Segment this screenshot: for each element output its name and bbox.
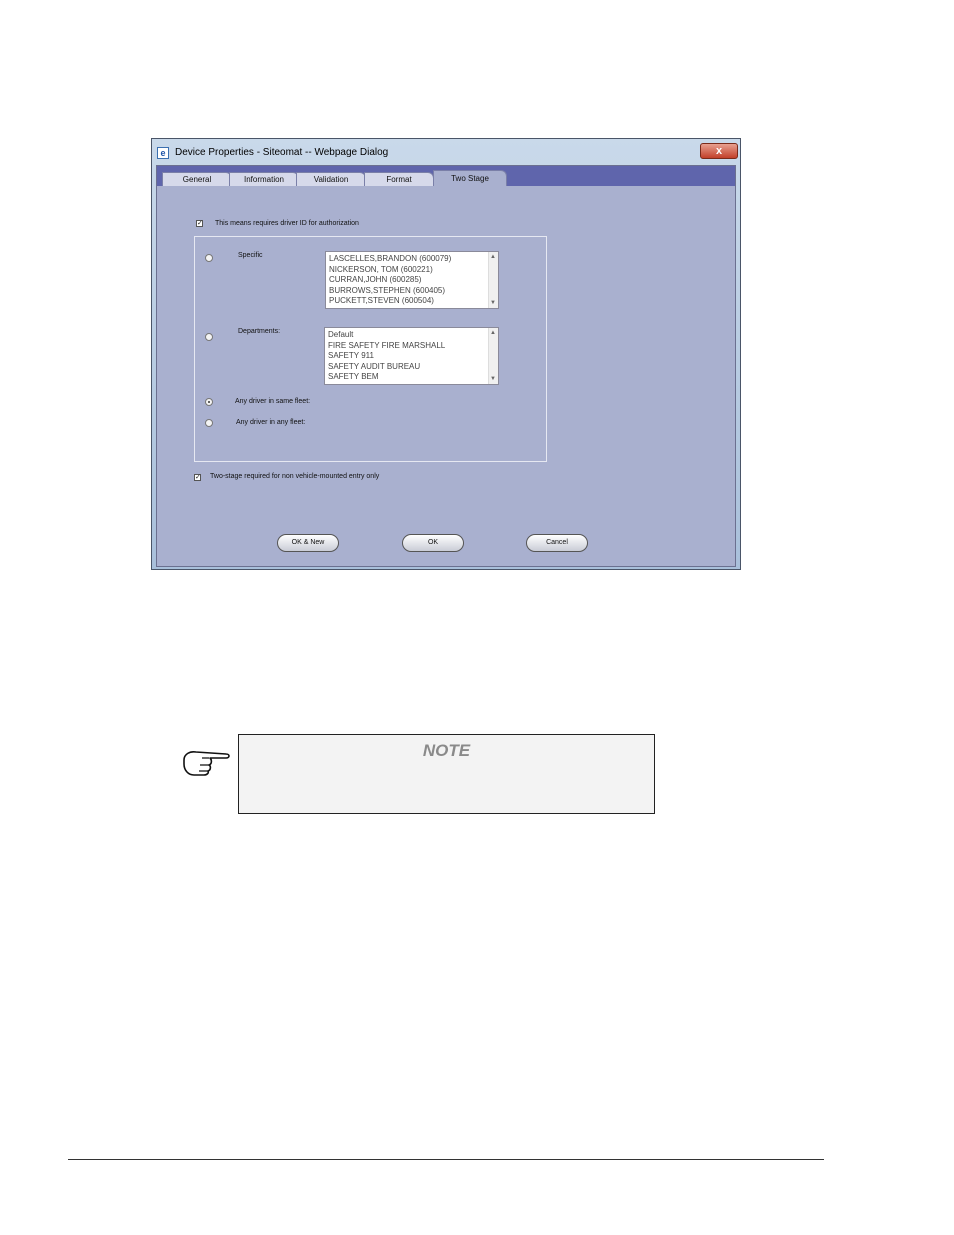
any-driver-any-fleet-radio[interactable] xyxy=(205,419,213,427)
list-item[interactable]: CURRAN,JOHN (600285) xyxy=(329,275,498,286)
note-box: NOTE xyxy=(238,734,655,814)
dialog-title: Device Properties - Siteomat -- Webpage … xyxy=(175,147,389,158)
dialog-client-area: General Information Validation Format Tw… xyxy=(156,165,736,567)
list-item[interactable]: NICKERSON, TOM (600221) xyxy=(329,265,498,276)
ok-and-new-button[interactable]: OK & New xyxy=(277,534,339,552)
any-driver-same-fleet-radio[interactable] xyxy=(205,398,213,406)
scroll-up-icon[interactable]: ▲ xyxy=(490,254,496,260)
tab-two-stage[interactable]: Two Stage xyxy=(433,170,507,186)
tab-strip: General Information Validation Format Tw… xyxy=(157,166,735,186)
list-item[interactable]: PUCKETT,STEVEN (600504) xyxy=(329,296,498,307)
two-stage-non-vehicle-label: Two-stage required for non vehicle-mount… xyxy=(210,473,380,480)
tab-general[interactable]: General xyxy=(162,172,232,186)
listbox-scrollbar[interactable]: ▲ ▼ xyxy=(488,328,498,384)
list-item[interactable]: SAFETY AUDIT BUREAU xyxy=(328,362,498,373)
dialog-titlebar: e Device Properties - Siteomat -- Webpag… xyxy=(152,139,740,165)
list-item[interactable]: FIRE SAFETY FIRE MARSHALL xyxy=(328,341,498,352)
tab-validation[interactable]: Validation xyxy=(296,172,366,186)
require-driver-id-checkbox[interactable]: ✓ xyxy=(196,220,203,227)
scroll-down-icon[interactable]: ▼ xyxy=(490,376,496,382)
tab-information[interactable]: Information xyxy=(229,172,299,186)
scroll-down-icon[interactable]: ▼ xyxy=(490,300,496,306)
device-properties-dialog: e Device Properties - Siteomat -- Webpag… xyxy=(151,138,741,570)
departments-listbox[interactable]: Default FIRE SAFETY FIRE MARSHALL SAFETY… xyxy=(324,327,499,385)
any-driver-any-fleet-label: Any driver in any fleet: xyxy=(236,419,306,426)
cancel-button[interactable]: Cancel xyxy=(526,534,588,552)
require-driver-id-label: This means requires driver ID for author… xyxy=(215,220,359,227)
note-title: NOTE xyxy=(422,741,471,760)
list-item[interactable]: BURROWS,STEPHEN (600405) xyxy=(329,286,498,297)
any-driver-same-fleet-label: Any driver in same fleet: xyxy=(235,398,311,405)
list-item[interactable]: Default xyxy=(328,330,498,341)
departments-radio[interactable] xyxy=(205,333,213,341)
two-stage-non-vehicle-checkbox[interactable]: ✓ xyxy=(194,474,201,481)
listbox-scrollbar[interactable]: ▲ ▼ xyxy=(488,252,498,308)
pointing-hand-icon xyxy=(183,751,230,776)
departments-label: Departments: xyxy=(238,328,281,335)
list-item[interactable]: LASCELLES,BRANDON (600079) xyxy=(329,254,498,265)
specific-label: Specific xyxy=(238,252,263,259)
list-item[interactable]: SAFETY BEM xyxy=(328,372,498,383)
close-button[interactable]: x xyxy=(700,143,738,159)
tab-format[interactable]: Format xyxy=(364,172,434,186)
ie-page-icon: e xyxy=(157,147,169,159)
specific-drivers-listbox[interactable]: LASCELLES,BRANDON (600079) NICKERSON, TO… xyxy=(325,251,499,309)
scroll-up-icon[interactable]: ▲ xyxy=(490,330,496,336)
ok-button[interactable]: OK xyxy=(402,534,464,552)
specific-radio[interactable] xyxy=(205,254,213,262)
footer-divider xyxy=(68,1159,824,1160)
list-item[interactable]: SAFETY 911 xyxy=(328,351,498,362)
